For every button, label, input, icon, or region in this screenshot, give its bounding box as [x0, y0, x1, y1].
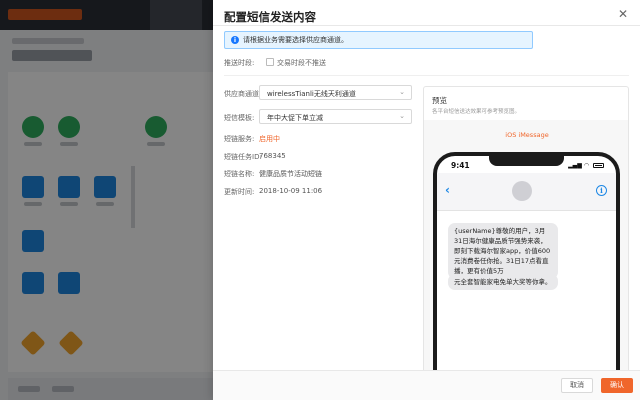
- sms-config-drawer: 配置短信发送内容 ✕ i 请根据业务需要选择供应商通道。 推送时段: 交易时段不…: [213, 0, 640, 400]
- supplier-select-value: wirelessTianli无线天利通道: [267, 90, 356, 98]
- preview-card: 预览 各平台短信送达效果可参考预览图。 iOS iMessage 9:41 ▂▄…: [423, 86, 629, 376]
- close-icon[interactable]: ✕: [617, 8, 629, 20]
- chevron-down-icon: ⌄: [399, 88, 405, 96]
- template-select-value: 年中大促下单立减: [267, 114, 323, 122]
- cancel-button[interactable]: 取消: [561, 378, 593, 393]
- phone-mockup: 9:41 ▂▄▆ ◠ ‹ i {userName}尊敬的用户，3月31日海尔健康…: [433, 152, 620, 375]
- template-select[interactable]: 年中大促下单立减 ⌄: [259, 109, 412, 124]
- short-link-service-label: 短链服务:: [224, 135, 255, 143]
- info-icon: i: [231, 36, 239, 44]
- no-push-checkbox-label[interactable]: 交易时段不推送: [277, 58, 326, 68]
- template-label: 短信模板:: [224, 114, 255, 122]
- battery-icon: [593, 163, 604, 168]
- alert-text: 请根据业务需要选择供应商通道。: [243, 36, 348, 44]
- no-push-checkbox[interactable]: [266, 58, 274, 66]
- supplier-select[interactable]: wirelessTianli无线天利通道 ⌄: [259, 85, 412, 100]
- back-chevron-icon[interactable]: ‹: [445, 183, 450, 197]
- phone-status-time: 9:41: [451, 161, 470, 170]
- preview-subtitle: 各平台短信送达效果可参考预览图。: [432, 109, 521, 115]
- section-divider: [224, 75, 629, 76]
- updated-time-value: 2018-10-09 11:06: [259, 187, 323, 195]
- phone-status-icons: ▂▄▆ ◠: [568, 162, 604, 169]
- push-time-label: 推送时段:: [224, 59, 255, 67]
- drawer-title: 配置短信发送内容: [224, 10, 316, 24]
- contact-avatar: [512, 181, 532, 201]
- signal-icon: ▂▄▆: [568, 162, 582, 169]
- chevron-down-icon: ⌄: [399, 112, 405, 120]
- updated-time-label: 更新时间:: [224, 188, 255, 196]
- preview-title: 预览: [432, 96, 447, 105]
- info-alert: i 请根据业务需要选择供应商通道。: [224, 31, 533, 49]
- header-divider: [213, 25, 640, 26]
- info-circle-icon[interactable]: i: [596, 185, 607, 196]
- task-id-value: 768345: [259, 152, 286, 160]
- message-bubble: 元全套智能家电免单大奖等你拿。: [448, 274, 558, 290]
- short-link-name-label: 短链名称:: [224, 170, 255, 178]
- message-header: ‹ i: [437, 173, 616, 211]
- wifi-icon: ◠: [583, 162, 590, 169]
- phone-notch: [489, 156, 564, 166]
- push-time-row: 推送时段: 交易时段不推送: [224, 58, 326, 68]
- confirm-button[interactable]: 确认: [601, 378, 633, 393]
- short-link-name-value: 健康品质节活动短链: [259, 170, 322, 178]
- supplier-label: 供应商通道:: [224, 90, 262, 98]
- platform-label: iOS iMessage: [505, 131, 549, 139]
- short-link-service-status: 启用中: [259, 135, 280, 143]
- task-id-label: 短链任务ID:: [224, 153, 262, 161]
- message-bubble: {userName}尊敬的用户，3月31日海尔健康品质节强势来袭，即刻下载海尔智…: [448, 223, 558, 279]
